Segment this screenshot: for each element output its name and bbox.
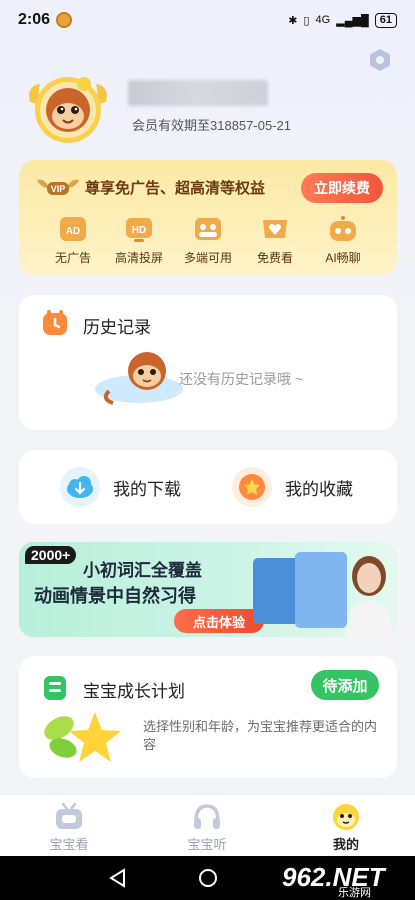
vip-badge-text: VIP bbox=[51, 184, 66, 194]
multi-device-icon bbox=[195, 218, 221, 240]
watermark-subtext: 乐游网 bbox=[338, 887, 371, 899]
perk-label: 高清投屏 bbox=[114, 251, 163, 265]
headphones-icon bbox=[194, 804, 220, 829]
banner-teacher-image bbox=[345, 556, 393, 637]
status-time: 2:06 bbox=[18, 11, 51, 28]
perk-label: 无广告 bbox=[54, 251, 91, 265]
history-card[interactable]: 历史记录 还没有历史记录哦 ~ bbox=[19, 295, 397, 430]
ai-chat-icon bbox=[330, 216, 356, 241]
star-favorites-icon bbox=[232, 467, 272, 507]
signal-icon: ▂▄▆█ bbox=[336, 14, 369, 27]
hd-icon: HD bbox=[126, 218, 152, 242]
vip-card[interactable]: VIP 尊享免广告、超高清等权益 立即续费 AD 无广告 HD 高清投屏 多端可… bbox=[19, 160, 397, 275]
perk-label: AI畅聊 bbox=[325, 251, 361, 265]
perk-label: 免费看 bbox=[256, 251, 293, 265]
perk-hd-cast[interactable]: HD 高清投屏 bbox=[109, 212, 169, 266]
shortcuts-card: 我的下载 我的收藏 bbox=[19, 450, 397, 524]
growth-plan-icon bbox=[44, 676, 66, 700]
tab-label: 我的 bbox=[332, 837, 359, 852]
download-cloud-icon bbox=[60, 467, 100, 507]
status-bar: 2:06 ✱ ▯ 4G ▂▄▆█ 61 bbox=[0, 0, 415, 40]
ad-icon: AD bbox=[60, 217, 86, 241]
my-favorites-button[interactable]: 我的收藏 bbox=[231, 466, 353, 508]
tab-label: 宝宝听 bbox=[187, 837, 227, 852]
free-watch-icon bbox=[263, 220, 287, 238]
banner-badge: 2000+ bbox=[25, 546, 77, 564]
history-title: 历史记录 bbox=[83, 318, 151, 337]
monkey-avatar[interactable] bbox=[26, 72, 110, 148]
perk-multi-device[interactable]: 多端可用 bbox=[178, 212, 238, 266]
tab-baby-watch[interactable]: 宝宝看 bbox=[34, 801, 104, 853]
monkey-illustration bbox=[95, 352, 183, 405]
tab-baby-listen[interactable]: 宝宝听 bbox=[172, 801, 242, 853]
vibrate-icon: ▯ bbox=[303, 14, 310, 27]
star-sprout-illustration bbox=[44, 712, 121, 762]
home-circle-icon[interactable] bbox=[199, 869, 217, 887]
vip-wings-icon: VIP bbox=[37, 179, 79, 195]
battery-icon: 61 bbox=[374, 12, 397, 28]
tab-label: 宝宝看 bbox=[49, 837, 89, 852]
bluetooth-icon: ✱ bbox=[288, 14, 298, 27]
history-clock-icon bbox=[43, 310, 67, 335]
svg-text:AD: AD bbox=[66, 226, 80, 237]
banner-book-cover bbox=[253, 558, 301, 624]
perk-no-ads[interactable]: AD 无广告 bbox=[43, 212, 103, 266]
banner-cta-button[interactable]: 点击体验 bbox=[174, 609, 264, 633]
renew-button[interactable]: 立即续费 bbox=[301, 173, 383, 203]
tab-mine[interactable]: 我的 bbox=[311, 801, 381, 853]
vip-title: 尊享免广告、超高清等权益 bbox=[85, 180, 266, 197]
svg-text:HD: HD bbox=[132, 225, 146, 236]
system-nav-bar: 962.NET 乐游网 bbox=[0, 856, 415, 900]
add-growth-plan-button[interactable]: 待添加 bbox=[311, 670, 379, 700]
username-redacted bbox=[128, 80, 268, 106]
favorites-label: 我的收藏 bbox=[285, 479, 353, 499]
perk-free-watch[interactable]: 免费看 bbox=[245, 212, 305, 266]
perk-ai-chat[interactable]: AI畅聊 bbox=[313, 212, 373, 266]
settings-hexagon-icon[interactable] bbox=[368, 48, 392, 72]
banner-headline: 小初词汇全覆盖 bbox=[83, 561, 202, 580]
status-icons: ✱ ▯ 4G ▂▄▆█ 61 bbox=[288, 12, 397, 28]
bottom-tab-bar: 宝宝看 宝宝听 我的 bbox=[0, 794, 415, 856]
downloads-label: 我的下载 bbox=[113, 479, 181, 499]
promo-banner[interactable]: 2000+ 小初词汇全覆盖 动画情景中自然习得 点击体验 bbox=[19, 542, 397, 637]
my-downloads-button[interactable]: 我的下载 bbox=[59, 466, 181, 508]
history-empty-text: 还没有历史记录哦 ~ bbox=[179, 371, 304, 387]
banner-book-cover bbox=[295, 552, 347, 628]
network-label: 4G bbox=[315, 14, 331, 26]
growth-title: 宝宝成长计划 bbox=[83, 682, 185, 701]
back-triangle-icon[interactable] bbox=[108, 868, 128, 888]
tv-icon bbox=[56, 802, 82, 829]
growth-description: 选择性别和年龄，为宝宝推荐更适合的内容 bbox=[143, 719, 378, 752]
monkey-face-icon bbox=[333, 804, 359, 830]
member-expiry: 会员有效期至318857-05-21 bbox=[132, 118, 291, 133]
notification-app-icon bbox=[56, 12, 73, 28]
banner-subheadline: 动画情景中自然习得 bbox=[34, 586, 196, 606]
perk-label: 多端可用 bbox=[183, 251, 232, 265]
growth-plan-card[interactable]: 宝宝成长计划 待添加 选择性别和年龄，为宝宝推荐更适合的内容 bbox=[19, 656, 397, 778]
